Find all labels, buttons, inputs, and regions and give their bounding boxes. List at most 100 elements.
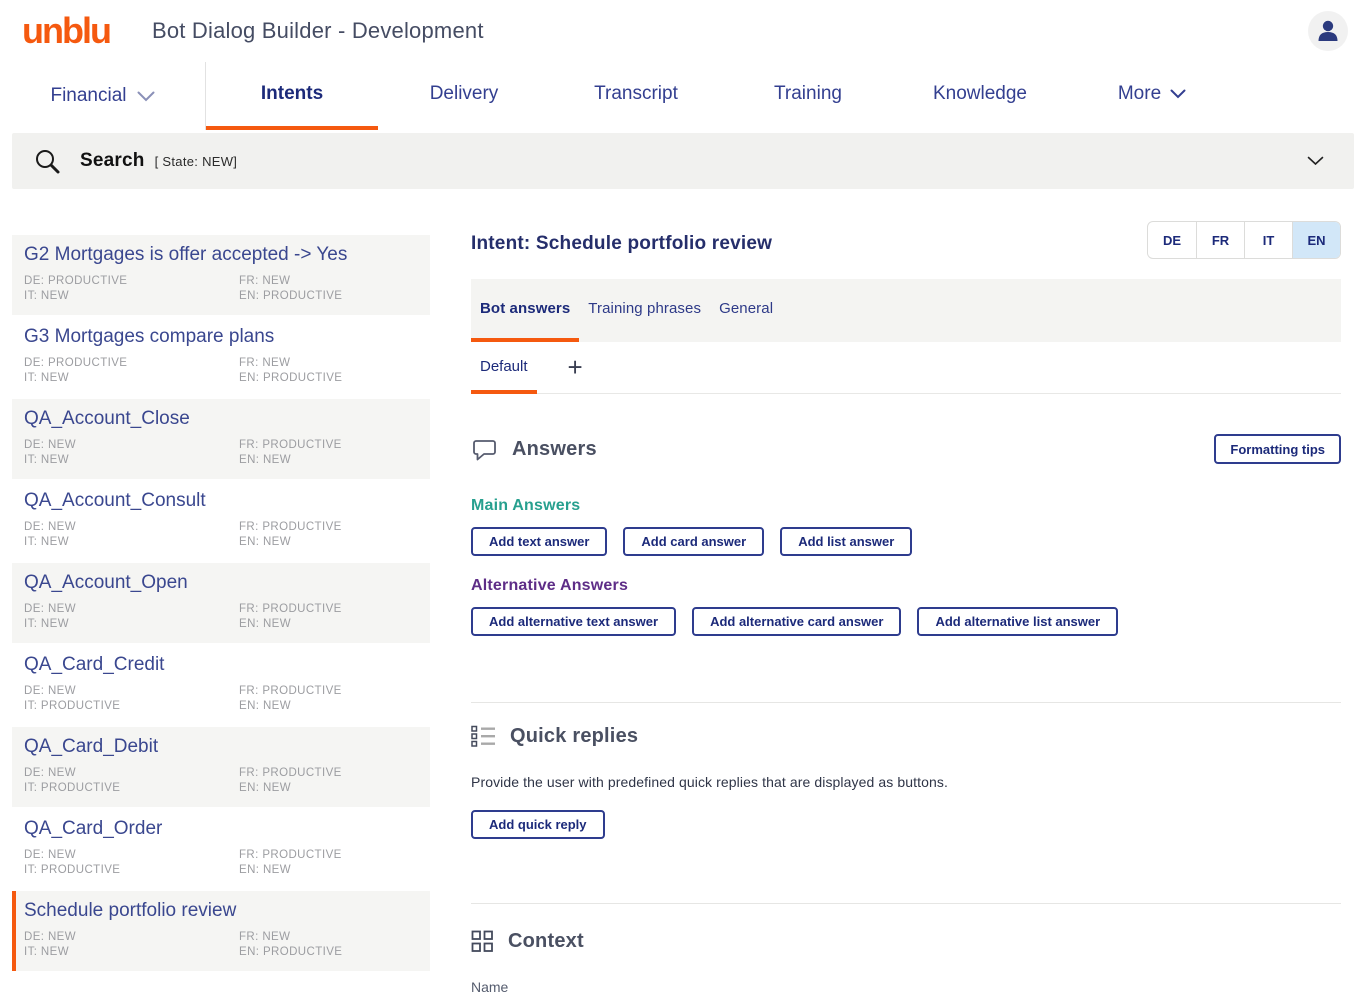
- user-avatar[interactable]: [1308, 11, 1348, 51]
- unblu-logo[interactable]: unblu: [22, 10, 110, 52]
- intent-language-states: DE: NEW FR: PRODUCTIVE IT: PRODUCTIVE EN…: [24, 767, 418, 794]
- nav-tab[interactable]: Intents: [206, 62, 378, 130]
- main-answers-heading: Main Answers: [471, 497, 1341, 515]
- status-de: DE: NEW: [24, 439, 239, 451]
- answer-add-button[interactable]: Add alternative text answer: [471, 607, 676, 636]
- language-button-label: DE: [1163, 233, 1181, 248]
- answers-heading: Answers: [512, 438, 597, 461]
- language-button[interactable]: EN: [1292, 222, 1340, 258]
- intent-list-item[interactable]: QA_Card_Debit DE: NEW FR: PRODUCTIVE IT:…: [12, 727, 430, 807]
- divider: [471, 702, 1341, 703]
- status-fr: FR: PRODUCTIVE: [239, 439, 418, 451]
- answer-add-button[interactable]: Add text answer: [471, 527, 607, 556]
- status-de: DE: PRODUCTIVE: [24, 357, 239, 369]
- add-variant-button[interactable]: +: [562, 342, 589, 393]
- nav-tab-label: More: [1118, 83, 1161, 105]
- answer-add-button[interactable]: Add list answer: [780, 527, 912, 556]
- status-en: EN: PRODUCTIVE: [239, 290, 418, 302]
- intent-title: G3 Mortgages compare plans: [24, 326, 418, 348]
- nav-tab[interactable]: Delivery: [378, 62, 550, 130]
- search-bar[interactable]: Search [ State: NEW]: [12, 133, 1354, 189]
- context-heading: Context: [508, 930, 584, 953]
- intent-title: QA_Card_Order: [24, 818, 418, 840]
- intent-tab[interactable]: Training phrases: [579, 279, 710, 342]
- language-button[interactable]: IT: [1244, 222, 1292, 258]
- intent-language-states: DE: PRODUCTIVE FR: NEW IT: NEW EN: PRODU…: [24, 357, 418, 384]
- chevron-down-icon: [137, 91, 155, 102]
- answer-add-button[interactable]: Add card answer: [623, 527, 764, 556]
- alternative-answers-heading: Alternative Answers: [471, 577, 1341, 595]
- intent-language-states: DE: NEW FR: PRODUCTIVE IT: PRODUCTIVE EN…: [24, 849, 418, 876]
- nav-tab[interactable]: Training: [722, 62, 894, 130]
- alternative-answers-buttons: Add alternative text answer Add alternat…: [471, 607, 1341, 636]
- status-de: DE: NEW: [24, 931, 239, 943]
- intent-tab[interactable]: General: [710, 279, 782, 342]
- nav-tab-list: Intents Delivery Transcript Training Kno…: [206, 62, 1238, 130]
- status-fr: FR: PRODUCTIVE: [239, 521, 418, 533]
- status-it: IT: NEW: [24, 454, 239, 466]
- status-de: DE: NEW: [24, 521, 239, 533]
- language-button[interactable]: DE: [1148, 222, 1196, 258]
- intent-title: QA_Account_Consult: [24, 490, 418, 512]
- status-fr: FR: NEW: [239, 931, 418, 943]
- answer-variant-row: Default +: [471, 342, 1341, 394]
- intent-list: G2 Mortgages is offer accepted -> Yes DE…: [12, 235, 430, 995]
- status-it: IT: NEW: [24, 372, 239, 384]
- status-fr: FR: NEW: [239, 275, 418, 287]
- intent-tab-label: Bot answers: [480, 300, 570, 317]
- status-fr: FR: PRODUCTIVE: [239, 767, 418, 779]
- project-selector[interactable]: Financial: [0, 62, 206, 130]
- intent-title: QA_Account_Close: [24, 408, 418, 430]
- list-icon: [471, 725, 496, 748]
- status-en: EN: NEW: [239, 454, 418, 466]
- content-area: G2 Mortgages is offer accepted -> Yes DE…: [0, 189, 1366, 995]
- intent-list-item[interactable]: QA_Account_Close DE: NEW FR: PRODUCTIVE …: [12, 399, 430, 479]
- add-quick-reply-button[interactable]: Add quick reply: [471, 810, 605, 839]
- status-it: IT: PRODUCTIVE: [24, 864, 239, 876]
- answer-add-button[interactable]: Add alternative list answer: [917, 607, 1118, 636]
- status-fr: FR: NEW: [239, 357, 418, 369]
- search-label: Search: [80, 150, 145, 172]
- intent-list-item[interactable]: G3 Mortgages compare plans DE: PRODUCTIV…: [12, 317, 430, 397]
- intent-tabs: Bot answers Training phrases General: [471, 279, 1341, 342]
- formatting-tips-button[interactable]: Formatting tips: [1214, 434, 1341, 464]
- intent-list-item[interactable]: QA_Card_Credit DE: NEW FR: PRODUCTIVE IT…: [12, 645, 430, 725]
- nav-tab[interactable]: More: [1066, 62, 1238, 130]
- status-it: IT: NEW: [24, 946, 239, 958]
- language-button[interactable]: FR: [1196, 222, 1244, 258]
- answer-add-button[interactable]: Add alternative card answer: [692, 607, 901, 636]
- nav-tab-label: Transcript: [594, 83, 678, 105]
- status-it: IT: NEW: [24, 290, 239, 302]
- intent-list-item[interactable]: QA_Card_Order DE: NEW FR: PRODUCTIVE IT:…: [12, 809, 430, 889]
- intent-tab[interactable]: Bot answers: [471, 279, 579, 342]
- main-answers-buttons: Add text answer Add card answer Add list…: [471, 527, 1341, 556]
- app-header: unblu Bot Dialog Builder - Development: [0, 0, 1366, 62]
- intent-language-states: DE: NEW FR: NEW IT: NEW EN: PRODUCTIVE: [24, 931, 418, 958]
- language-button-label: FR: [1212, 233, 1229, 248]
- intent-language-states: DE: NEW FR: PRODUCTIVE IT: PRODUCTIVE EN…: [24, 685, 418, 712]
- status-it: IT: PRODUCTIVE: [24, 782, 239, 794]
- status-it: IT: NEW: [24, 618, 239, 630]
- nav-tab[interactable]: Knowledge: [894, 62, 1066, 130]
- nav-tab[interactable]: Transcript: [550, 62, 722, 130]
- search-expand-chevron-icon[interactable]: [1307, 156, 1324, 166]
- intent-list-item[interactable]: QA_Account_Consult DE: NEW FR: PRODUCTIV…: [12, 481, 430, 561]
- status-fr: FR: PRODUCTIVE: [239, 849, 418, 861]
- language-button-label: IT: [1263, 233, 1275, 248]
- variant-tab-default[interactable]: Default: [471, 342, 537, 394]
- intent-list-item[interactable]: G2 Mortgages is offer accepted -> Yes DE…: [12, 235, 430, 315]
- status-en: EN: NEW: [239, 864, 418, 876]
- intent-language-states: DE: NEW FR: PRODUCTIVE IT: NEW EN: NEW: [24, 521, 418, 548]
- status-en: EN: NEW: [239, 618, 418, 630]
- intent-language-states: DE: NEW FR: PRODUCTIVE IT: NEW EN: NEW: [24, 439, 418, 466]
- context-section: Context Name: [471, 930, 1341, 995]
- context-name-label: Name: [471, 979, 1341, 995]
- search-icon: [34, 148, 61, 175]
- intent-title: QA_Card_Credit: [24, 654, 418, 676]
- language-button-label: EN: [1307, 233, 1325, 248]
- intent-list-item[interactable]: Schedule portfolio review DE: NEW FR: NE…: [12, 891, 430, 971]
- person-icon: [1315, 18, 1341, 44]
- page-title: Bot Dialog Builder - Development: [152, 18, 484, 44]
- intent-list-item[interactable]: QA_Account_Open DE: NEW FR: PRODUCTIVE I…: [12, 563, 430, 643]
- nav-tab-label: Training: [774, 83, 842, 105]
